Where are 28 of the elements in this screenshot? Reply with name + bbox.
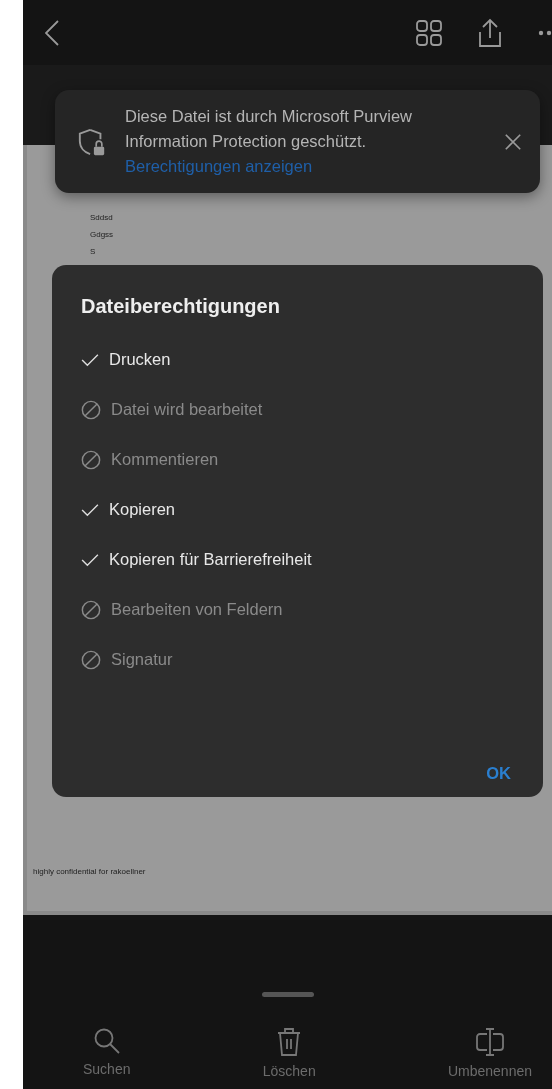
- permission-label: Kommentieren: [111, 450, 219, 469]
- rename-icon: [474, 1027, 505, 1057]
- dialog-title: Dateiberechtigungen: [81, 295, 280, 318]
- permission-label: Bearbeiten von Feldern: [111, 600, 283, 619]
- toolbar-button[interactable]: Löschen: [262, 1027, 316, 1079]
- document-text: Sddsd: [90, 213, 114, 222]
- search-icon: [92, 1027, 121, 1055]
- back-icon[interactable]: [45, 19, 59, 46]
- trash-icon: [276, 1027, 303, 1057]
- document-footer: highly confidential for rakoellner: [33, 867, 146, 876]
- permissions-link[interactable]: Berechtigungen anzeigen: [125, 154, 486, 179]
- share-icon[interactable]: [476, 17, 504, 48]
- document-text: S: [90, 247, 97, 256]
- toolbar-button[interactable]: Umbenennen: [447, 1027, 532, 1079]
- toolbar-button[interactable]: Suchen: [83, 1027, 131, 1079]
- permission-label: Datei wird bearbeitet: [111, 400, 263, 419]
- shield-lock-icon: [77, 126, 107, 157]
- close-icon[interactable]: [504, 132, 522, 151]
- permission-label: Signatur: [111, 650, 173, 669]
- document-text: Gdgss: [90, 230, 115, 239]
- permission-label: Kopieren für Barrierefreiheit: [109, 550, 312, 569]
- drag-handle[interactable]: [261, 992, 314, 997]
- more-icon[interactable]: [538, 29, 552, 36]
- permission-label: Kopieren: [109, 500, 176, 519]
- grid-icon[interactable]: [416, 19, 442, 46]
- ok-button[interactable]: OK: [482, 760, 515, 787]
- banner-message: Diese Datei ist durch Microsoft Purview Information Protection geschützt.: [125, 106, 413, 152]
- permission-label: Drucken: [109, 350, 171, 369]
